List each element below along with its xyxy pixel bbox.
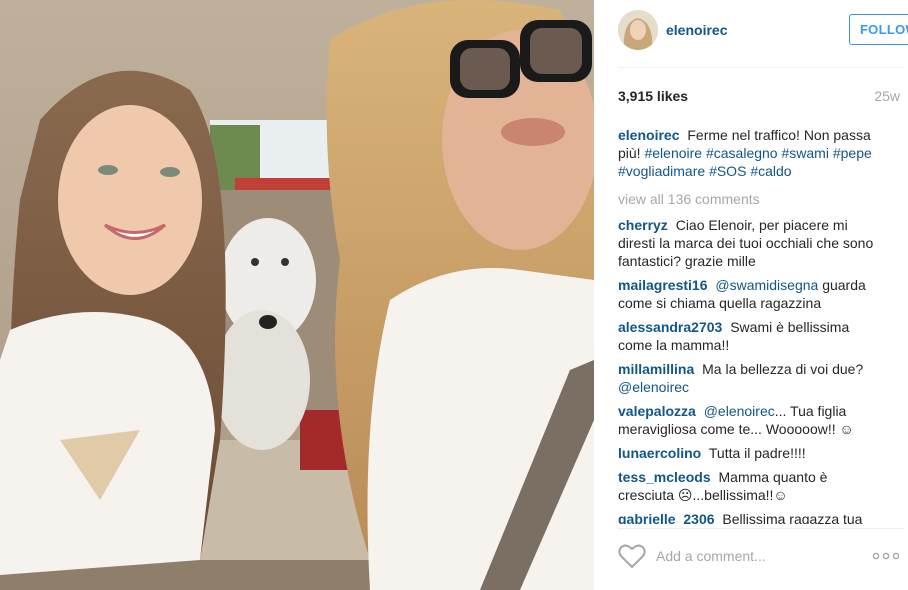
hashtag-link[interactable]: #pepe — [833, 145, 872, 161]
caption: elenoirec Ferme nel traffico! Non passa … — [618, 126, 880, 180]
comment-author[interactable]: cherryz — [618, 217, 668, 233]
hashtag-link[interactable]: #SOS — [709, 163, 746, 179]
comment-item: alessandra2703 Swami è bellissima come l… — [618, 318, 880, 354]
mention-link[interactable]: @elenoirec — [704, 403, 775, 419]
comment-item: lunaercolino Tutta il padre!!!! — [618, 444, 880, 462]
comment-author[interactable]: alessandra2703 — [618, 319, 722, 335]
post-stats: 3,915 likes 25w — [618, 88, 904, 106]
post-header: elenoirec FOLLOW — [618, 0, 908, 68]
post-sidebar: elenoirec FOLLOW 3,915 likes 25w elenoir… — [594, 0, 908, 590]
comment-author[interactable]: valepalozza — [618, 403, 696, 419]
follow-button[interactable]: FOLLOW — [849, 14, 908, 45]
comment-item: cherryz Ciao Elenoir, per piacere mi dir… — [618, 216, 880, 270]
view-all-comments-link[interactable]: view all 136 comments — [618, 190, 880, 208]
comment-item: millamillina Ma la bellezza di voi due? … — [618, 360, 880, 396]
post-age[interactable]: 25w — [874, 88, 900, 104]
mention-link[interactable]: @elenoirec — [618, 379, 689, 395]
hashtag-link[interactable]: #vogliadimare — [618, 163, 705, 179]
comment-text: Ma la bellezza di voi due? — [702, 361, 864, 377]
comment-author[interactable]: tess_mcleods — [618, 469, 711, 485]
username-link[interactable]: elenoirec — [666, 22, 727, 38]
avatar[interactable] — [618, 10, 658, 50]
comment-item: mailagresti16 @swamidisegna guarda come … — [618, 276, 880, 312]
photo-illustration — [0, 0, 594, 590]
comment-author[interactable]: mailagresti16 — [618, 277, 708, 293]
hashtag-link[interactable]: #elenoire — [644, 145, 702, 161]
comment-text: Tutta il padre!!!! — [708, 445, 806, 461]
comment-item: tess_mcleods Mamma quanto è cresciuta ☹.… — [618, 468, 880, 504]
ellipsis-icon[interactable] — [872, 549, 900, 563]
comment-author[interactable]: millamillina — [618, 361, 694, 377]
comment-footer — [618, 528, 904, 590]
like-count[interactable]: 3,915 likes — [618, 88, 688, 104]
comment-text: Bellissima ragazza tua — [722, 511, 863, 524]
comments-list[interactable]: elenoirec Ferme nel traffico! Non passa … — [618, 126, 880, 524]
avatar-image — [618, 10, 658, 50]
hashtag-link[interactable]: #casalegno — [706, 145, 778, 161]
heart-outline-svg — [618, 544, 646, 568]
hashtag-link[interactable]: #swami — [781, 145, 828, 161]
comment-author[interactable]: gabrielle_2306 — [618, 511, 715, 524]
ellipsis-svg — [872, 552, 900, 560]
post-photo[interactable] — [0, 0, 594, 590]
comment-author[interactable]: lunaercolino — [618, 445, 701, 461]
comment-item: valepalozza @elenoirec... Tua figlia mer… — [618, 402, 880, 438]
comment-item: gabrielle_2306 Bellissima ragazza tua — [618, 510, 880, 524]
mention-link[interactable]: @swamidisegna — [715, 277, 818, 293]
heart-outline-icon[interactable] — [618, 543, 646, 569]
hashtag-link[interactable]: #caldo — [750, 163, 791, 179]
caption-author[interactable]: elenoirec — [618, 127, 679, 143]
add-comment-input[interactable] — [656, 543, 856, 569]
